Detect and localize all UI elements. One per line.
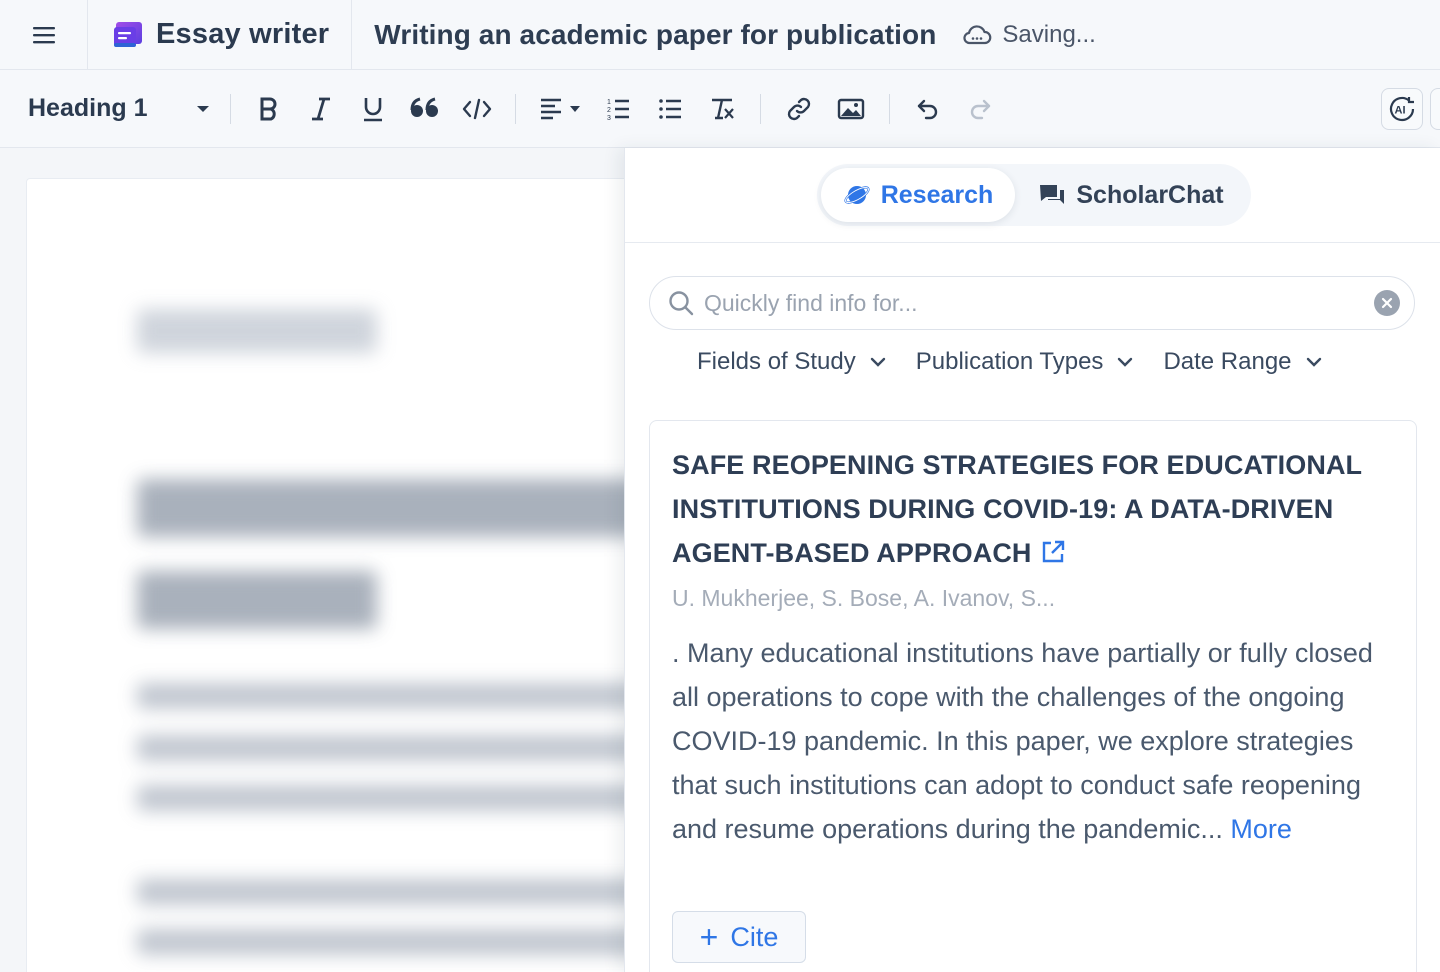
filter-label: Publication Types [915,348,1104,375]
research-search-box [649,276,1415,330]
result-abstract: . Many educational institutions have par… [672,631,1402,851]
search-icon [669,291,694,316]
formatting-toolbar: Heading 1 123 [0,70,1440,148]
italic-icon [312,97,330,120]
cite-label: Cite [730,921,779,952]
result-title[interactable]: SAFE REOPENING STRATEGIES FOR EDUCATIONA… [672,443,1382,575]
svg-text:AI: AI [1395,105,1406,117]
panel-tabs: Research ScholarChat [817,164,1251,226]
tab-research[interactable]: Research [821,168,1015,222]
filter-date-range[interactable]: Date Range [1163,348,1321,376]
heading-style-value: Heading 1 [28,94,148,122]
menu-button[interactable] [0,0,88,70]
bold-button[interactable] [249,87,289,131]
toolbar-divider [760,93,761,124]
save-status: Saving... [962,20,1096,49]
filter-bar: Fields of Study Publication Types Date R… [697,348,1352,376]
result-authors: U. Mukherjee, S. Bose, A. Ivanov, S... [672,585,1056,611]
toolbar-divider [230,93,231,124]
close-icon [1381,297,1393,309]
cloud-icon [963,24,992,44]
filter-fields-of-study[interactable]: Fields of Study [697,348,886,376]
research-search-input[interactable] [704,289,1374,317]
research-panel: Research ScholarChat Fields of Study Pub… [624,148,1440,972]
image-button[interactable] [831,87,871,131]
link-button[interactable] [779,87,819,131]
chevron-down-icon [1118,357,1133,367]
redo-icon [970,99,991,119]
image-icon [837,98,865,119]
save-status-text: Saving... [1002,20,1096,48]
ai-assistant-button[interactable]: AI [1381,88,1423,130]
tab-research-label: Research [880,180,994,209]
toolbar-divider [515,93,516,124]
blurred-line [137,735,645,761]
result-title-text: SAFE REOPENING STRATEGIES FOR EDUCATIONA… [672,450,1362,568]
planet-icon [844,186,870,204]
italic-button[interactable] [301,87,341,131]
more-link[interactable]: More [1230,814,1292,844]
code-icon [462,98,492,119]
chevron-down-icon [1306,357,1321,367]
filter-label: Date Range [1163,348,1292,375]
essay-writer-logo-icon [114,21,142,47]
more-tools-button[interactable] [1430,88,1440,130]
align-left-icon [541,98,561,119]
document-editor[interactable] [26,178,646,972]
caret-down-icon [570,105,580,112]
document-title[interactable]: Writing an academic paper for publicatio… [374,19,936,51]
filter-label: Fields of Study [697,348,856,375]
blurred-line [137,479,645,537]
cite-button[interactable]: + Cite [672,911,806,963]
blurred-line [137,571,377,629]
research-result-card: SAFE REOPENING STRATEGIES FOR EDUCATIONA… [649,420,1417,972]
top-bar: Essay writer Writing an academic paper f… [0,0,1440,70]
align-select[interactable] [534,87,586,131]
bold-icon [260,97,277,120]
chevron-down-icon [870,357,885,367]
filter-publication-types[interactable]: Publication Types [916,348,1134,376]
caret-down-icon [197,105,209,112]
code-button[interactable] [457,87,497,131]
clear-format-icon [712,98,734,119]
clear-search-button[interactable] [1374,290,1400,316]
clear-format-button[interactable] [702,87,742,131]
link-icon [787,97,811,120]
bullet-list-button[interactable] [650,87,690,131]
ai-icon: AI [1389,96,1415,122]
blurred-line [137,929,645,955]
ordered-list-button[interactable]: 123 [598,87,638,131]
ordered-list-icon: 123 [607,99,629,120]
blurred-line [137,879,645,905]
toolbar-divider [889,93,890,124]
blurred-line [137,683,645,709]
underline-button[interactable] [353,87,393,131]
redo-button[interactable] [960,87,1000,131]
panel-divider [625,242,1440,243]
hamburger-icon [32,26,55,43]
blurred-line [137,785,645,811]
bullet-list-icon [659,98,681,119]
heading-style-select[interactable]: Heading 1 [28,94,218,123]
underline-icon [364,97,382,121]
blurred-line [137,309,377,353]
brand: Essay writer [88,0,353,70]
tab-scholarchat[interactable]: ScholarChat [1015,168,1247,222]
svg-text:3: 3 [607,115,611,120]
plus-icon: + [699,919,719,955]
quote-icon [410,97,438,117]
chat-icon [1040,185,1065,204]
svg-text:2: 2 [607,107,611,114]
brand-name: Essay writer [156,18,330,50]
svg-text:1: 1 [607,99,611,106]
external-link-icon[interactable] [1040,539,1066,565]
quote-button[interactable] [405,87,445,131]
undo-icon [917,99,938,119]
tab-scholarchat-label: ScholarChat [1076,180,1224,209]
undo-button[interactable] [908,87,948,131]
